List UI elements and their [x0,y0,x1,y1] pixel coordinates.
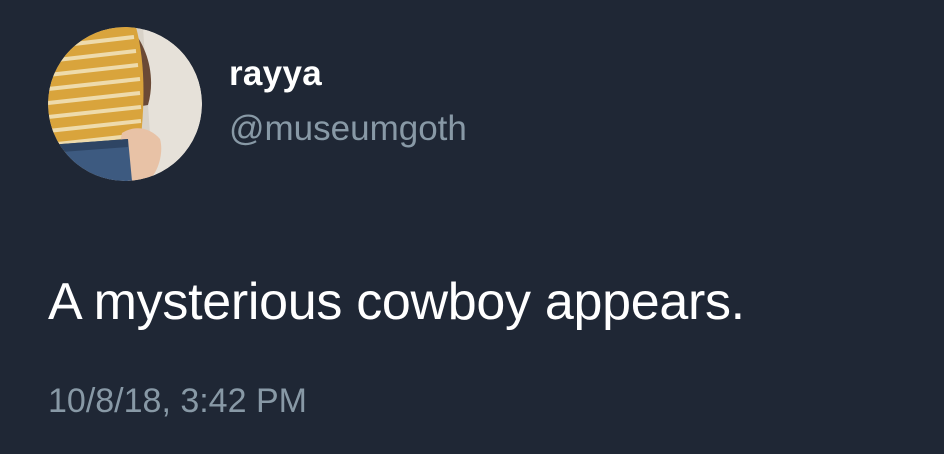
avatar[interactable] [48,27,202,181]
avatar-photo-icon [48,27,202,181]
user-handle[interactable]: @museumgoth [229,109,467,149]
tweet-author[interactable]: rayya @museumgoth [229,54,467,149]
tweet-card: rayya @museumgoth A mysterious cowboy ap… [0,0,944,454]
tweet-text: A mysterious cowboy appears. [48,273,745,331]
display-name[interactable]: rayya [229,54,467,94]
tweet-timestamp[interactable]: 10/8/18, 3:42 PM [48,381,307,421]
